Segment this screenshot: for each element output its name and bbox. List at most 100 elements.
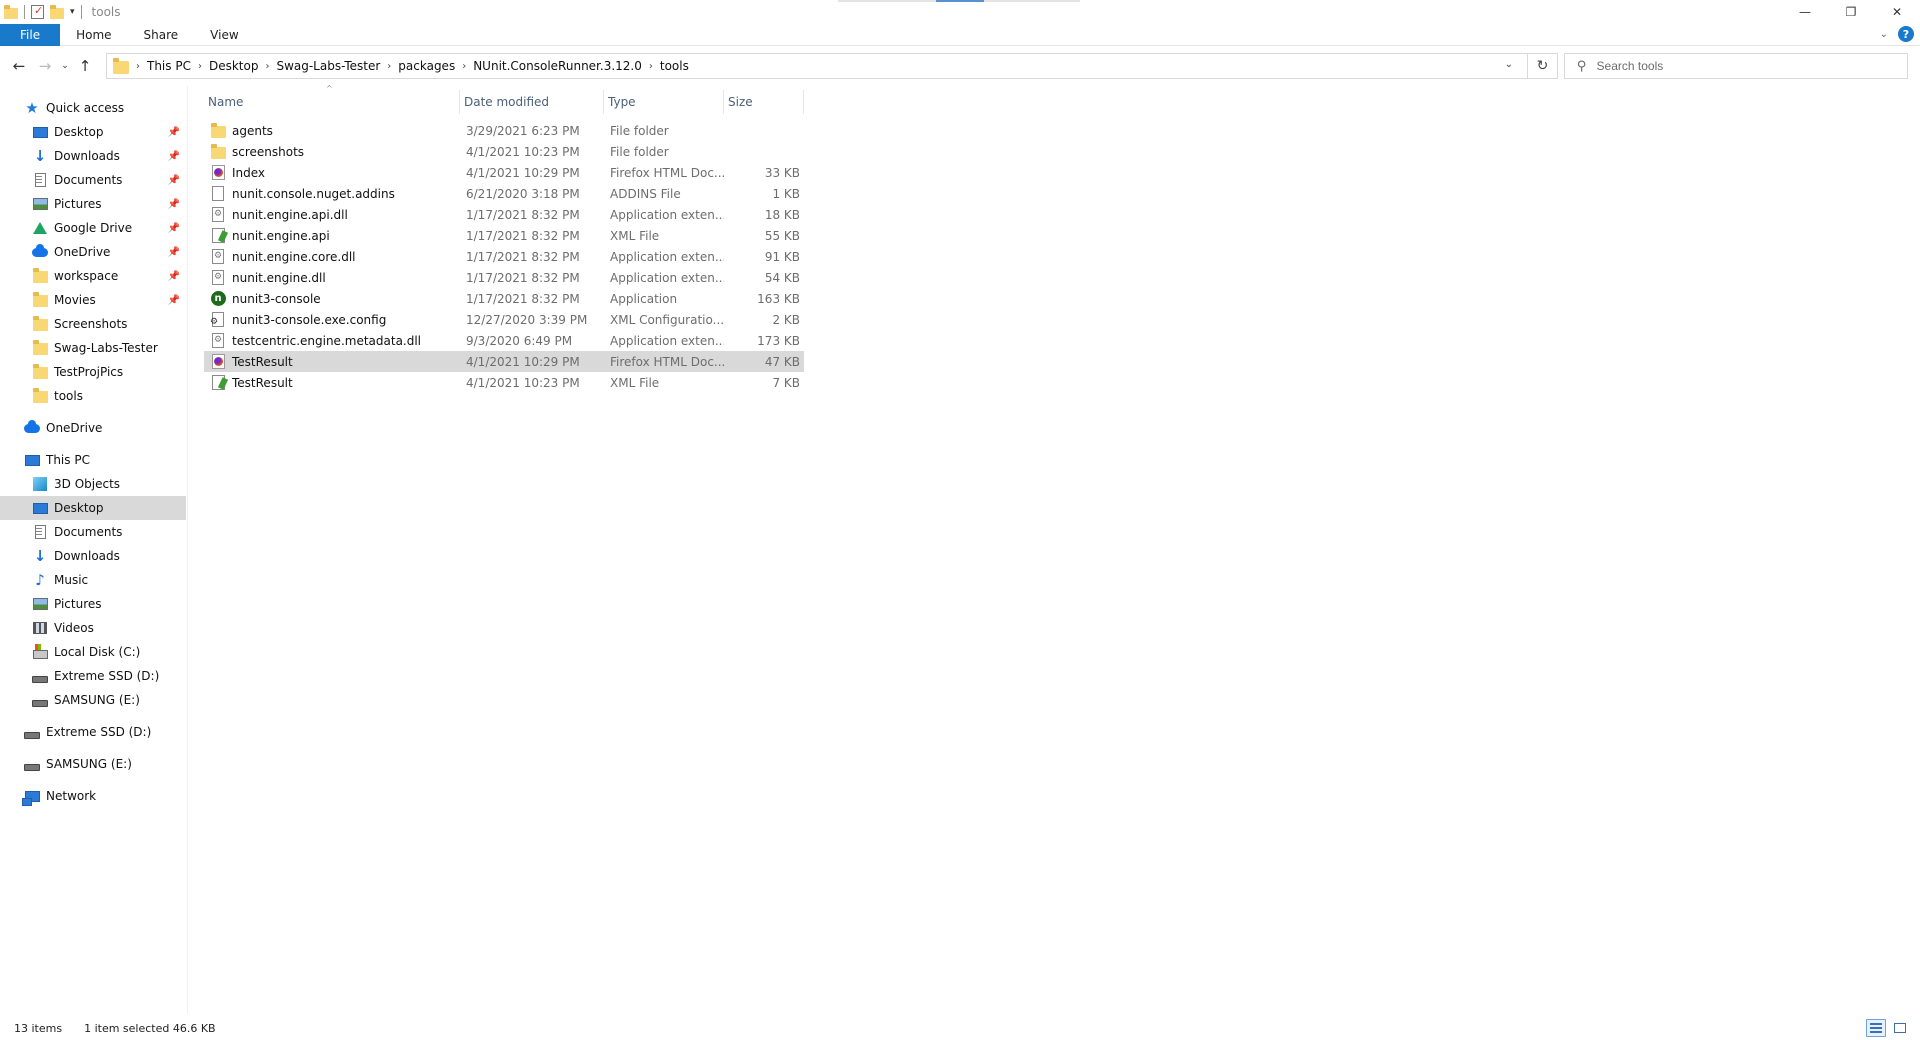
sidebar-item-desktop[interactable]: Desktop 📌 xyxy=(0,120,186,144)
file-type: File folder xyxy=(610,144,669,159)
sidebar-item-testprojpics[interactable]: TestProjPics xyxy=(0,360,186,384)
column-header-date-modified[interactable]: Date modified xyxy=(460,90,604,114)
documents-icon xyxy=(32,172,48,188)
file-type: File folder xyxy=(610,123,669,138)
sidebar-item-downloads[interactable]: ↓ Downloads 📌 xyxy=(0,144,186,168)
address-bar[interactable]: › This PC › Desktop › Swag-Labs-Tester ›… xyxy=(106,53,1528,79)
sidebar-item-google-drive[interactable]: Google Drive 📌 xyxy=(0,216,186,240)
sidebar-item-videos[interactable]: Videos xyxy=(0,616,186,640)
taskbar-indicator xyxy=(838,0,1080,2)
file-row[interactable]: nunit.engine.api.dll 1/17/2021 8:32 PM A… xyxy=(204,204,804,225)
file-row[interactable]: nunit.engine.api 1/17/2021 8:32 PM XML F… xyxy=(204,225,804,246)
pin-icon[interactable]: 📌 xyxy=(168,151,180,162)
sidebar-item-network[interactable]: Network xyxy=(0,784,186,808)
breadcrumb-this-pc[interactable]: This PC xyxy=(147,59,191,73)
chevron-right-icon[interactable]: › xyxy=(462,61,466,72)
new-folder-icon[interactable] xyxy=(50,5,64,19)
tab-home[interactable]: Home xyxy=(60,24,127,46)
sidebar-item-samsung-e-pc[interactable]: SAMSUNG (E:) xyxy=(0,688,186,712)
back-arrow-icon[interactable]: ← xyxy=(8,55,30,77)
minimize-button[interactable]: — xyxy=(1782,0,1828,24)
chevron-right-icon[interactable]: › xyxy=(265,61,269,72)
item-count: 13 items xyxy=(14,1021,63,1035)
sidebar-item-swag-labs-tester[interactable]: Swag-Labs-Tester xyxy=(0,336,186,360)
sidebar-item-pictures[interactable]: Pictures 📌 xyxy=(0,192,186,216)
breadcrumb-swag-labs-tester[interactable]: Swag-Labs-Tester xyxy=(276,59,380,73)
tab-share[interactable]: Share xyxy=(128,24,195,46)
forward-arrow-icon[interactable]: → xyxy=(34,55,56,77)
sidebar-item-documents[interactable]: Documents 📌 xyxy=(0,168,186,192)
breadcrumb-tools[interactable]: tools xyxy=(660,59,689,73)
sidebar-item-extreme-ssd-d[interactable]: Extreme SSD (D:) xyxy=(0,720,186,744)
help-icon[interactable]: ? xyxy=(1898,26,1914,42)
sidebar-item-documents-pc[interactable]: Documents xyxy=(0,520,186,544)
sidebar-item-workspace[interactable]: workspace 📌 xyxy=(0,264,186,288)
details-view-icon xyxy=(1870,1023,1882,1033)
chevron-right-icon[interactable]: › xyxy=(198,61,202,72)
chevron-right-icon[interactable]: › xyxy=(136,61,140,72)
file-row[interactable]: n nunit3-console 1/17/2021 8:32 PM Applic… xyxy=(204,288,804,309)
pin-icon[interactable]: 📌 xyxy=(168,199,180,210)
expand-ribbon-icon[interactable]: ⌄ xyxy=(1880,29,1888,40)
refresh-button[interactable]: ↻ xyxy=(1528,53,1558,79)
sidebar-item-onedrive-pinned[interactable]: OneDrive 📌 xyxy=(0,240,186,264)
sidebar-item-movies[interactable]: Movies 📌 xyxy=(0,288,186,312)
breadcrumb-packages[interactable]: packages xyxy=(398,59,455,73)
sidebar-item-extreme-ssd-d-pc[interactable]: Extreme SSD (D:) xyxy=(0,664,186,688)
chevron-right-icon[interactable]: › xyxy=(649,61,653,72)
pin-icon[interactable]: 📌 xyxy=(168,295,180,306)
tab-file[interactable]: File xyxy=(0,23,61,46)
file-row[interactable]: nunit.engine.dll 1/17/2021 8:32 PM Appli… xyxy=(204,267,804,288)
file-row[interactable]: TestResult 4/1/2021 10:23 PM XML File 7 … xyxy=(204,372,804,393)
chevron-right-icon[interactable]: › xyxy=(387,61,391,72)
sidebar-item-quick-access[interactable]: ★ Quick access xyxy=(0,96,186,120)
pin-icon[interactable]: 📌 xyxy=(168,271,180,282)
sidebar-item-desktop-pc[interactable]: Desktop xyxy=(0,496,186,520)
pin-icon[interactable]: 📌 xyxy=(168,127,180,138)
firefox-html-icon xyxy=(210,165,226,181)
pin-icon[interactable]: 📌 xyxy=(168,175,180,186)
file-row[interactable]: nunit.engine.core.dll 1/17/2021 8:32 PM … xyxy=(204,246,804,267)
large-icons-view-icon xyxy=(1894,1023,1906,1033)
pin-icon[interactable]: 📌 xyxy=(168,247,180,258)
file-row-selected[interactable]: TestResult 4/1/2021 10:29 PM Firefox HTM… xyxy=(204,351,804,372)
sidebar-item-screenshots[interactable]: Screenshots xyxy=(0,312,186,336)
column-header-size[interactable]: Size xyxy=(724,90,804,114)
sidebar-item-music[interactable]: ♪ Music xyxy=(0,568,186,592)
column-header-name[interactable]: Name ^ xyxy=(204,84,460,114)
file-row[interactable]: testcentric.engine.metadata.dll 9/3/2020… xyxy=(204,330,804,351)
search-box[interactable]: ⚲ xyxy=(1564,53,1908,79)
file-row[interactable]: screenshots 4/1/2021 10:23 PM File folde… xyxy=(204,141,804,162)
file-row[interactable]: nunit.console.nuget.addins 6/21/2020 3:1… xyxy=(204,183,804,204)
sidebar-item-downloads-pc[interactable]: ↓ Downloads xyxy=(0,544,186,568)
close-button[interactable]: ✕ xyxy=(1874,0,1920,24)
search-input[interactable] xyxy=(1596,59,1877,73)
file-date: 1/17/2021 8:32 PM xyxy=(466,291,580,306)
restore-button[interactable]: ❐ xyxy=(1828,0,1874,24)
large-icons-view-button[interactable] xyxy=(1890,1019,1910,1037)
sidebar-item-samsung-e[interactable]: SAMSUNG (E:) xyxy=(0,752,186,776)
up-arrow-icon[interactable]: ↑ xyxy=(74,55,96,77)
tab-view[interactable]: View xyxy=(194,24,254,46)
breadcrumb-desktop[interactable]: Desktop xyxy=(209,59,259,73)
sidebar-item-local-disk-c[interactable]: Local Disk (C:) xyxy=(0,640,186,664)
view-toggles xyxy=(1866,1019,1910,1037)
breadcrumb-nunit-consolerunner[interactable]: NUnit.ConsoleRunner.3.12.0 xyxy=(473,59,642,73)
sidebar-item-this-pc[interactable]: This PC xyxy=(0,448,186,472)
sidebar-item-tools[interactable]: tools xyxy=(0,384,186,408)
sidebar-item-pictures-pc[interactable]: Pictures xyxy=(0,592,186,616)
file-row[interactable]: Index 4/1/2021 10:29 PM Firefox HTML Doc… xyxy=(204,162,804,183)
details-view-button[interactable] xyxy=(1866,1019,1886,1037)
customize-toolbar-icon[interactable]: ▾ xyxy=(70,7,75,17)
sidebar-item-label: Swag-Labs-Tester xyxy=(54,341,158,355)
file-row[interactable]: agents 3/29/2021 6:23 PM File folder xyxy=(204,120,804,141)
address-dropdown-icon[interactable]: ⌄ xyxy=(1505,59,1513,70)
sidebar-item-3d-objects[interactable]: 3D Objects xyxy=(0,472,186,496)
recent-locations-icon[interactable]: ⌄ xyxy=(58,55,72,77)
properties-icon[interactable] xyxy=(31,4,44,19)
pin-icon[interactable]: 📌 xyxy=(168,223,180,234)
file-row[interactable]: nunit3-console.exe.config 12/27/2020 3:3… xyxy=(204,309,804,330)
navigation-pane: ★ Quick access Desktop 📌 ↓ Downloads 📌 D… xyxy=(0,86,188,1014)
sidebar-item-onedrive[interactable]: OneDrive xyxy=(0,416,186,440)
column-header-type[interactable]: Type xyxy=(604,90,724,114)
